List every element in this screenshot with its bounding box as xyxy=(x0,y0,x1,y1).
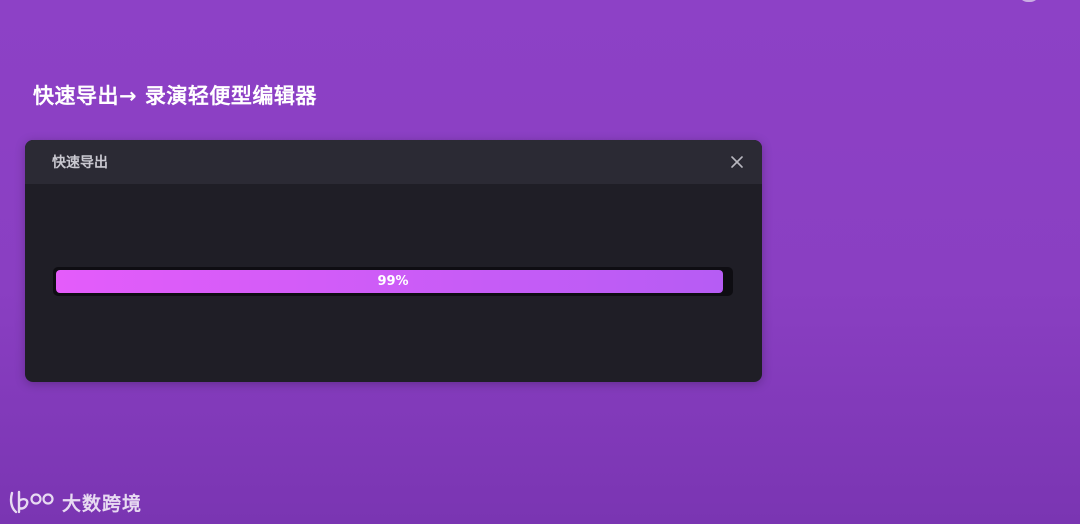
close-icon xyxy=(731,156,743,168)
page-heading: 快速导出→ 录演轻便型编辑器 xyxy=(33,84,317,108)
dialog-header: 快速导出 xyxy=(25,140,762,184)
export-progress-bar: 99% xyxy=(53,267,733,296)
progress-label: 99% xyxy=(377,274,409,289)
close-button[interactable] xyxy=(727,152,747,172)
corner-avatar xyxy=(1018,0,1040,2)
watermark-logo-icon xyxy=(8,488,58,516)
watermark: 大数跨境 xyxy=(8,488,142,516)
watermark-text: 大数跨境 xyxy=(62,492,143,515)
dialog-title: 快速导出 xyxy=(52,155,108,171)
export-dialog: 快速导出 99% xyxy=(25,140,762,382)
